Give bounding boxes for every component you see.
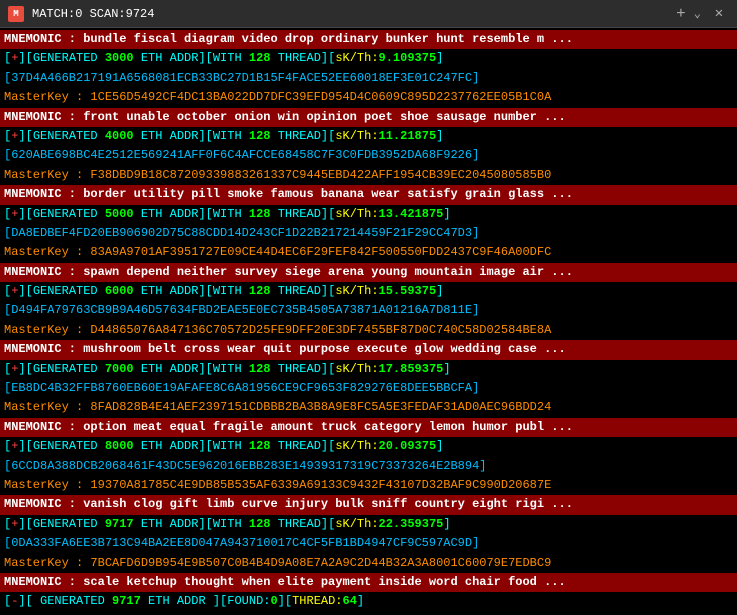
footer-status: [-][ GENERATED 9717 ETH ADDR ][FOUND:0][…: [0, 592, 737, 611]
app-icon: M: [8, 6, 24, 22]
terminal-line: MNEMONIC : vanish clog gift limb curve i…: [0, 495, 737, 514]
terminal-line: [+][GENERATED 8000 ETH ADDR][WITH 128 TH…: [0, 437, 737, 456]
terminal-line: [+][GENERATED 7000 ETH ADDR][WITH 128 TH…: [0, 360, 737, 379]
terminal-line: [6CCD8A388DCB2068461F43DC5E962016EBB283E…: [0, 457, 737, 476]
terminal-line: [+][GENERATED 6000 ETH ADDR][WITH 128 TH…: [0, 282, 737, 301]
terminal-line: MasterKey : F38DBD9B18C87209339883261337…: [0, 166, 737, 185]
terminal-line: [620ABE698BC4E2512E569241AFF0F6C4AFCCE68…: [0, 146, 737, 165]
terminal-line: MasterKey : 19370A81785C4E9DB85B535AF633…: [0, 476, 737, 495]
terminal-line: MasterKey : 1CE56D5492CF4DC13BA022DD7DFC…: [0, 88, 737, 107]
terminal-line: [37D4A466B217191A6568081ECB33BC27D1B15F4…: [0, 69, 737, 88]
terminal-line: [0DA333FA6EE3B713C94BA2EE8D047A943710017…: [0, 534, 737, 553]
terminal-line: MNEMONIC : spawn depend neither survey s…: [0, 263, 737, 282]
terminal-line: [+][GENERATED 3000 ETH ADDR][WITH 128 TH…: [0, 49, 737, 68]
title-text: MATCH:0 SCAN:9724: [32, 7, 668, 21]
title-bar: M MATCH:0 SCAN:9724 + ⌄ ✕: [0, 0, 737, 28]
terminal-line: [D494FA79763CB9B9A46D57634FBD2EAE5E0EC73…: [0, 301, 737, 320]
close-button[interactable]: ✕: [709, 5, 729, 22]
main-content: MNEMONIC : bundle fiscal diagram video d…: [0, 28, 737, 615]
terminal-line: MasterKey : 8FAD828B4E41AEF2397151CDBBB2…: [0, 398, 737, 417]
terminal-line: [+][GENERATED 9717 ETH ADDR][WITH 128 TH…: [0, 515, 737, 534]
terminal-line: [EB8DC4B32FFB8760EB60E19AFAFE8C6A81956CE…: [0, 379, 737, 398]
terminal-line: MasterKey : 7BCAFD6D9B954E9B507C0B4B4D9A…: [0, 554, 737, 573]
terminal-line: MNEMONIC : bundle fiscal diagram video d…: [0, 30, 737, 49]
terminal-line: MasterKey : D44865076A847136C70572D25FE9…: [0, 321, 737, 340]
terminal-line: MNEMONIC : front unable october onion wi…: [0, 108, 737, 127]
new-tab-button[interactable]: +: [676, 5, 686, 23]
terminal-line: MNEMONIC : option meat equal fragile amo…: [0, 418, 737, 437]
terminal-line: MNEMONIC : mushroom belt cross wear quit…: [0, 340, 737, 359]
terminal-line: MNEMONIC : scale ketchup thought when el…: [0, 573, 737, 592]
terminal-line: MasterKey : 83A9A9701AF3951727E09CE44D4E…: [0, 243, 737, 262]
terminal-line: [+][GENERATED 5000 ETH ADDR][WITH 128 TH…: [0, 205, 737, 224]
tab-menu-chevron[interactable]: ⌄: [694, 6, 701, 21]
terminal-line: MNEMONIC : border utility pill smoke fam…: [0, 185, 737, 204]
terminal-line: [+][GENERATED 4000 ETH ADDR][WITH 128 TH…: [0, 127, 737, 146]
terminal-line: [DA8EDBEF4FD20EB906902D75C88CDD14D243CF1…: [0, 224, 737, 243]
